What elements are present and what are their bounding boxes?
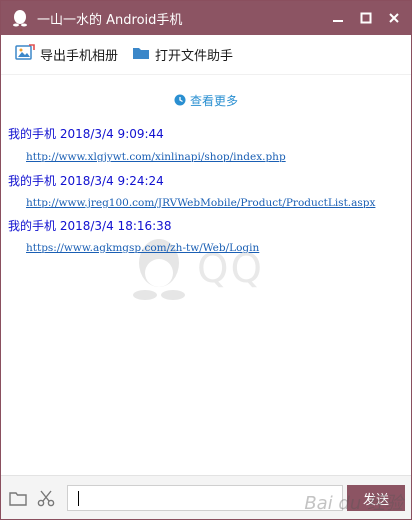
export-album-label: 导出手机相册: [40, 49, 119, 64]
title-bar: 一山一水的 Android手机: [1, 1, 411, 35]
message-input[interactable]: [67, 485, 343, 511]
view-more-link[interactable]: 查看更多: [1, 91, 411, 110]
view-more-label: 查看更多: [189, 94, 238, 108]
message-sender: 我的手机: [8, 219, 57, 233]
folder-icon: [132, 45, 150, 65]
toolbar: 导出手机相册 打开文件助手: [1, 35, 411, 75]
folder-icon[interactable]: [7, 488, 29, 508]
message-header: 我的手机 2018/3/4 9:09:44: [8, 125, 164, 142]
photo-export-icon: [15, 43, 35, 66]
open-assistant-label: 打开文件助手: [155, 49, 234, 64]
message-header: 我的手机 2018/3/4 18:16:38: [8, 217, 171, 234]
text-caret: [78, 491, 79, 506]
message-header: 我的手机 2018/3/4 9:24:24: [8, 172, 164, 189]
scissors-icon[interactable]: [35, 488, 57, 508]
open-assistant-button[interactable]: 打开文件助手: [132, 45, 233, 65]
message-link[interactable]: http://www.xlgjywt.com/xinlinapi/shop/in…: [26, 151, 286, 163]
export-album-button[interactable]: 导出手机相册: [15, 43, 119, 66]
message-sender: 我的手机: [8, 174, 57, 188]
baidu-watermark: Bai du 经验: [304, 493, 403, 514]
message-link[interactable]: http://www.jreg100.com/JRVWebMobile/Prod…: [26, 197, 375, 209]
maximize-icon[interactable]: [355, 7, 377, 29]
qq-penguin-icon: [9, 7, 31, 29]
message-time: 2018/3/4 18:16:38: [59, 219, 172, 233]
message-time: 2018/3/4 9:24:24: [59, 174, 164, 188]
message-sender: 我的手机: [8, 127, 57, 141]
close-icon[interactable]: [383, 7, 405, 29]
message-time: 2018/3/4 9:09:44: [59, 127, 164, 141]
clock-icon: [174, 91, 186, 110]
message-link[interactable]: https://www.agkmgsp.com/zh-tw/Web/Login: [26, 242, 259, 254]
minimize-icon[interactable]: [327, 7, 349, 29]
window-title: 一山一水的 Android手机: [37, 12, 183, 28]
